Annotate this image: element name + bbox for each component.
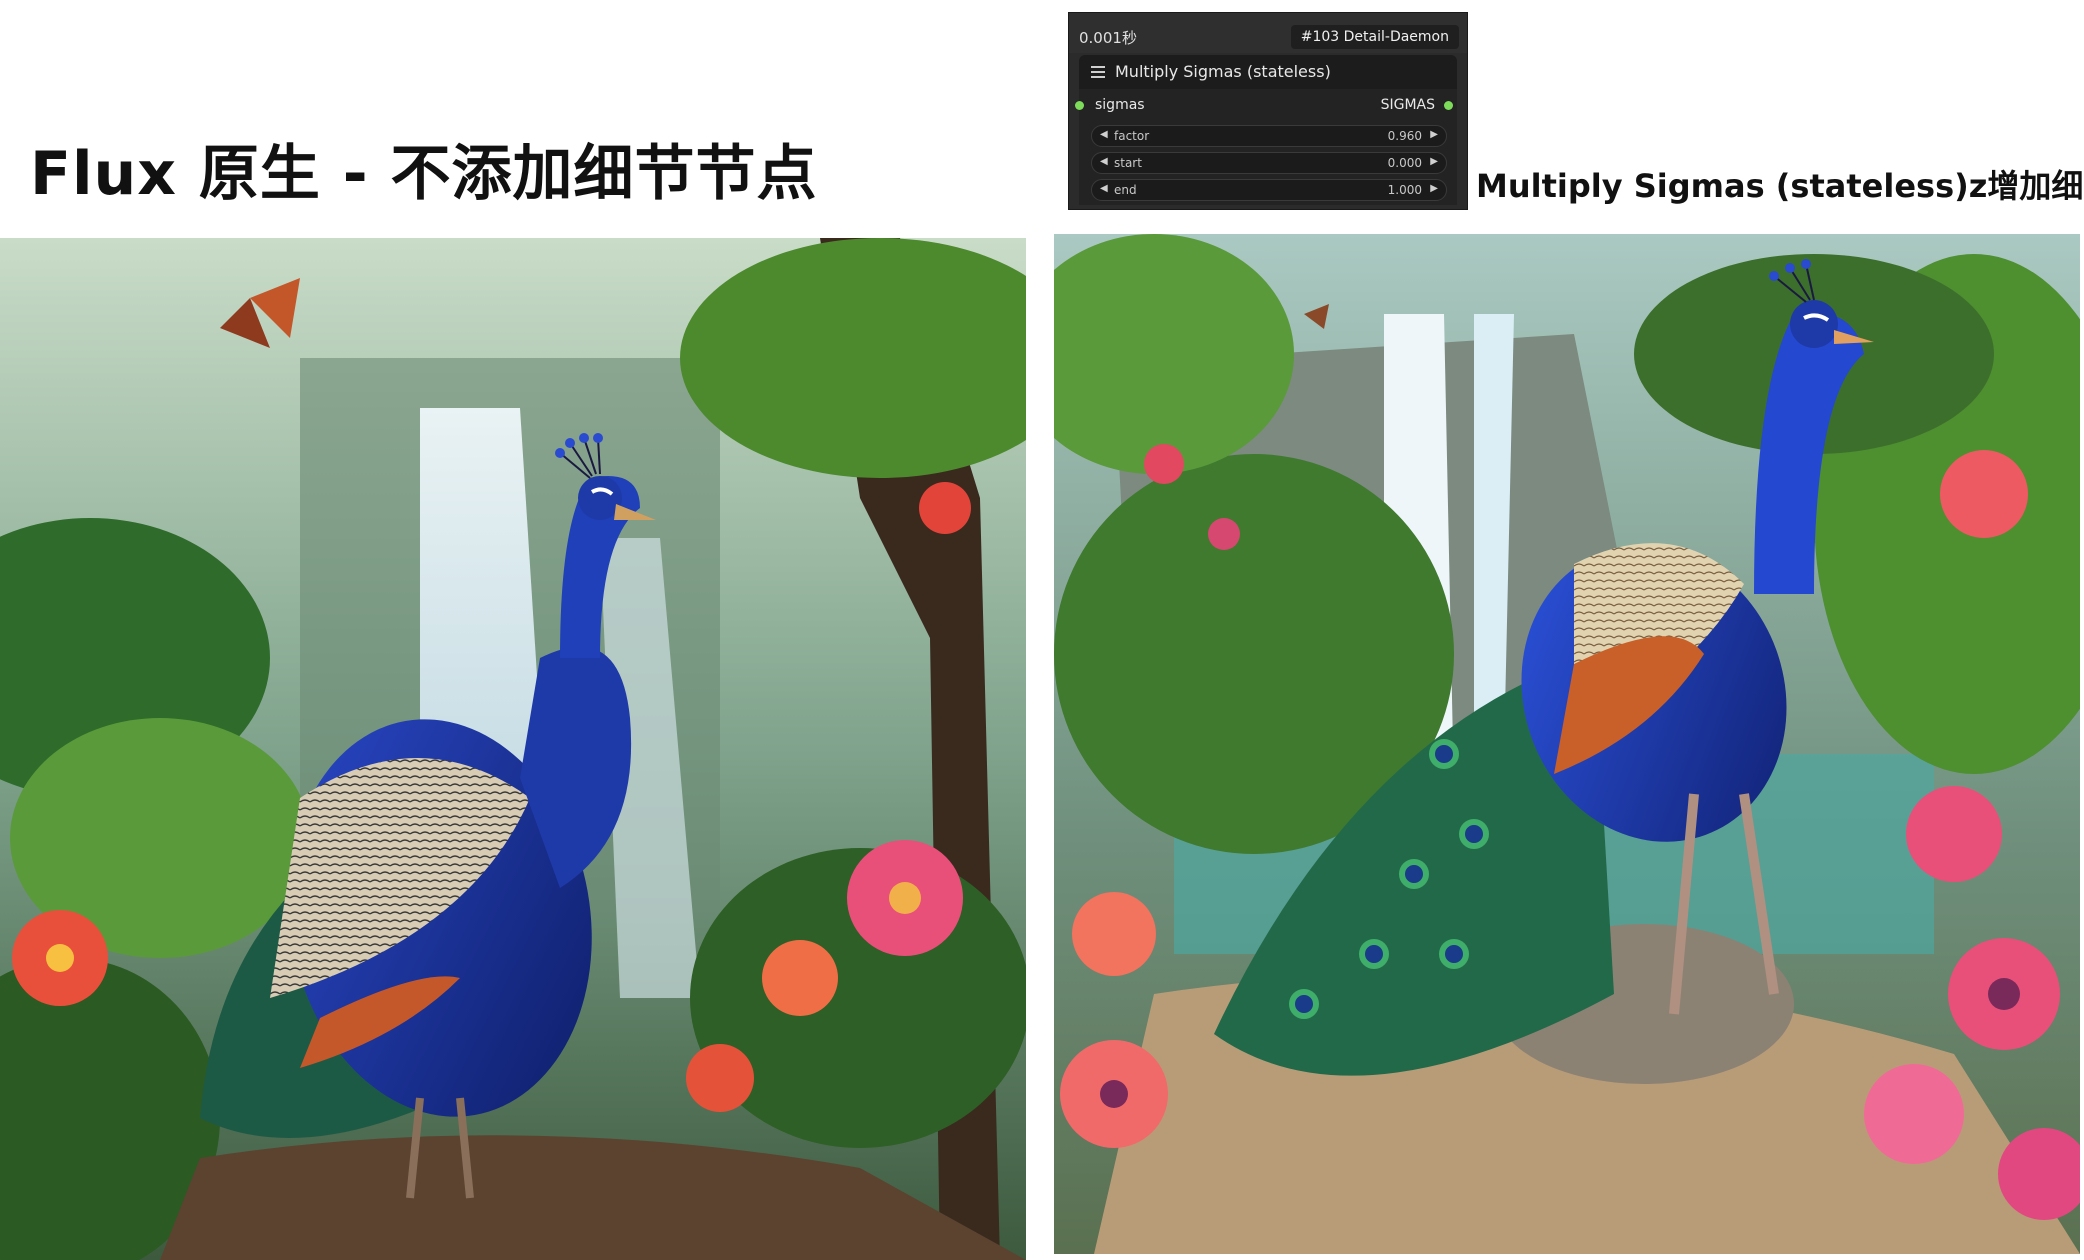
increment-arrow-icon[interactable]: ▶ (1430, 129, 1438, 140)
start-widget[interactable]: ◀ start 0.000 ▶ (1091, 152, 1447, 174)
widget-label: end (1114, 183, 1137, 197)
factor-widget[interactable]: ◀ factor 0.960 ▶ (1091, 125, 1447, 147)
end-widget[interactable]: ◀ end 1.000 ▶ (1091, 179, 1447, 201)
node-body: sigmas SIGMAS ◀ factor 0.960 ▶ ◀ start 0… (1075, 89, 1457, 205)
peacock-scene-right (1054, 234, 2080, 1254)
multiply-sigmas-node[interactable]: 0.001秒 #103 Detail-Daemon Multiply Sigma… (1068, 12, 1468, 210)
comparison-page: Flux 原生 - 不添加细节节点 0.001秒 #103 Detail-Dae… (0, 0, 2084, 1260)
widget-value: 0.960 (1387, 129, 1422, 143)
right-generated-image (1054, 234, 2080, 1254)
widget-value: 0.000 (1387, 156, 1422, 170)
decrement-arrow-icon[interactable]: ◀ (1100, 156, 1108, 167)
decrement-arrow-icon[interactable]: ◀ (1100, 129, 1108, 140)
node-id-badge: #103 Detail-Daemon (1290, 25, 1459, 49)
node-topbar: 0.001秒 #103 Detail-Daemon (1069, 13, 1467, 53)
increment-arrow-icon[interactable]: ▶ (1430, 183, 1438, 194)
input-sigmas-label: sigmas (1095, 97, 1145, 113)
widget-value: 1.000 (1387, 183, 1422, 197)
left-title: Flux 原生 - 不添加细节节点 (30, 139, 818, 209)
io-row: sigmas SIGMAS (1075, 95, 1457, 117)
left-generated-image (0, 238, 1026, 1260)
output-sigmas-label: SIGMAS (1380, 97, 1435, 113)
execution-time: 0.001秒 (1079, 29, 1137, 47)
peacock-scene-left (0, 238, 1026, 1260)
increment-arrow-icon[interactable]: ▶ (1430, 156, 1438, 167)
widget-label: factor (1114, 129, 1150, 143)
input-slot-dot[interactable] (1075, 101, 1084, 110)
node-header[interactable]: Multiply Sigmas (stateless) (1079, 55, 1457, 89)
right-caption: Multiply Sigmas (stateless)z增加细节 (1476, 167, 2084, 205)
node-title: Multiply Sigmas (stateless) (1115, 62, 1331, 81)
menu-icon[interactable] (1091, 66, 1105, 78)
widget-label: start (1114, 156, 1142, 170)
output-slot-dot[interactable] (1444, 101, 1453, 110)
decrement-arrow-icon[interactable]: ◀ (1100, 183, 1108, 194)
